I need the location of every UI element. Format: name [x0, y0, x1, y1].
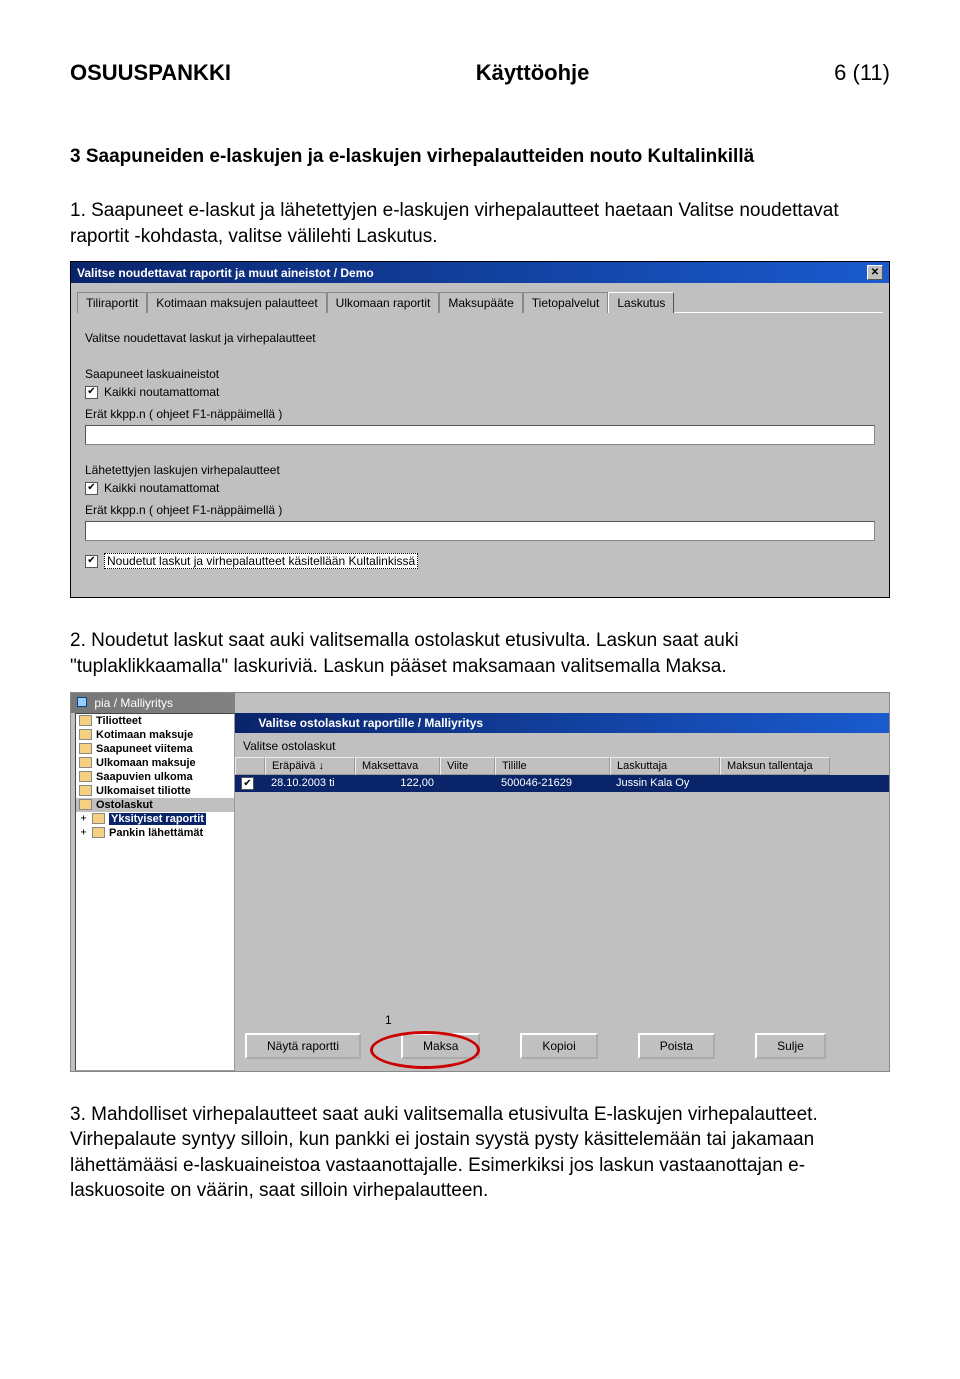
panel-heading: Valitse noudettavat laskut ja virhepalau… [85, 331, 875, 345]
cell-viite [440, 775, 495, 793]
expand-icon[interactable]: + [79, 827, 88, 838]
group1-title: Saapuneet laskuaineistot [85, 367, 875, 381]
col-tallentaja[interactable]: Maksun tallentaja [720, 757, 830, 775]
tab-tiliraportit[interactable]: Tiliraportit [77, 292, 147, 313]
folder-icon [79, 799, 92, 810]
inner-title: Valitse ostolaskut raportille / Malliyri… [258, 716, 483, 730]
brand: OSUUSPANKKI [70, 60, 231, 86]
dialog-title: Valitse noudettavat raportit ja muut ain… [77, 266, 374, 280]
window-icon [241, 717, 251, 727]
grid-row[interactable]: ✔ 28.10.2003 ti 122,00 500046-21629 Juss… [235, 775, 889, 793]
tab-ulkomaan[interactable]: Ulkomaan raportit [327, 292, 440, 313]
group3-checkbox-label: Noudetut laskut ja virhepalautteet käsit… [104, 553, 418, 569]
button-row: Näytä raportti Maksa Kopioi Poista Sulje [245, 1033, 879, 1059]
tree-item-saapuneet[interactable]: Saapuneet viitema [76, 742, 234, 756]
col-erapaiva[interactable]: Eräpäivä ↓ [265, 757, 355, 775]
inner-subtitle: Valitse ostolaskut [235, 735, 889, 757]
group3-checkbox-row[interactable]: ✔ Noudetut laskut ja virhepalautteet käs… [85, 553, 875, 569]
tree-item-ostolaskut[interactable]: Ostolaskut [76, 798, 234, 812]
poista-button[interactable]: Poista [638, 1033, 715, 1059]
tree-item-ulkomaan[interactable]: Ulkomaan maksuje [76, 756, 234, 770]
checkbox-icon[interactable]: ✔ [85, 386, 98, 399]
doc-type: Käyttöohje [476, 60, 590, 86]
group2-checkbox-label: Kaikki noutamattomat [104, 481, 219, 495]
group2-checkbox-row[interactable]: ✔ Kaikki noutamattomat [85, 481, 875, 495]
tree-item-tiliotteet[interactable]: Tiliotteet [76, 714, 234, 728]
tree-item-pankin[interactable]: +Pankin lähettämät [76, 826, 234, 840]
cell-laskuttaja: Jussin Kala Oy [610, 775, 720, 793]
row-checkbox[interactable]: ✔ [241, 777, 254, 790]
cell-date: 28.10.2003 ti [265, 775, 355, 793]
group1-checkbox-label: Kaikki noutamattomat [104, 385, 219, 399]
step-1-text: 1. Saapuneet e-laskut ja lähetettyjen e-… [70, 198, 890, 249]
tree-item-ulkomaiset[interactable]: Ulkomaiset tiliotte [76, 784, 234, 798]
app-icon [77, 697, 87, 707]
col-maksettava[interactable]: Maksettava [355, 757, 440, 775]
dialog-titlebar: Valitse noudettavat raportit ja muut ain… [71, 262, 889, 283]
checkbox-icon[interactable]: ✔ [85, 482, 98, 495]
folder-icon [79, 757, 92, 768]
col-viite[interactable]: Viite [440, 757, 495, 775]
close-icon[interactable]: ✕ [867, 265, 883, 280]
tab-tietopalvelut[interactable]: Tietopalvelut [523, 292, 609, 313]
col-tilille[interactable]: Tilille [495, 757, 610, 775]
tree-item-kotimaan[interactable]: Kotimaan maksuje [76, 728, 234, 742]
section-title: 3 Saapuneiden e-laskujen ja e-laskujen v… [70, 146, 890, 168]
tab-panel: Valitse noudettavat laskut ja virhepalau… [77, 312, 883, 587]
group1-checkbox-row[interactable]: ✔ Kaikki noutamattomat [85, 385, 875, 399]
group2-input[interactable] [85, 521, 875, 541]
folder-icon [79, 771, 92, 782]
tab-kotimaan[interactable]: Kotimaan maksujen palautteet [147, 292, 326, 313]
group2-field-label: Erät kkpp.n ( ohjeet F1-näppäimellä ) [85, 503, 875, 517]
checkbox-icon[interactable]: ✔ [85, 555, 98, 568]
group1-input[interactable] [85, 425, 875, 445]
tree-panel: Tiliotteet Kotimaan maksuje Saapuneet vi… [75, 713, 235, 1071]
col-laskuttaja[interactable]: Laskuttaja [610, 757, 720, 775]
col-checkbox[interactable] [235, 757, 265, 775]
page-header: OSUUSPANKKI Käyttöohje 6 (11) [70, 60, 890, 86]
cell-tilille: 500046-21629 [495, 775, 610, 793]
expand-icon[interactable]: + [79, 813, 88, 824]
folder-icon [92, 827, 105, 838]
group1-field-label: Erät kkpp.n ( ohjeet F1-näppäimellä ) [85, 407, 875, 421]
kopioi-button[interactable]: Kopioi [520, 1033, 597, 1059]
folder-icon [79, 715, 92, 726]
maksa-button[interactable]: Maksa [401, 1033, 480, 1059]
tree-item-saapuvien[interactable]: Saapuvien ulkoma [76, 770, 234, 784]
dialog-ostolaskut: pia / Malliyritys _ □ Tiliotteet Kotimaa… [70, 692, 890, 1072]
step-3-text: 3. Mahdolliset virhepalautteet saat auki… [70, 1102, 890, 1205]
sulje-button[interactable]: Sulje [755, 1033, 826, 1059]
folder-icon [79, 785, 92, 796]
inner-titlebar: Valitse ostolaskut raportille / Malliyri… [235, 713, 889, 733]
cell-tallentaja [720, 775, 830, 793]
tab-laskutus[interactable]: Laskutus [608, 292, 674, 313]
tab-maksupaate[interactable]: Maksupääte [439, 292, 522, 313]
folder-icon [92, 813, 105, 824]
folder-icon [79, 729, 92, 740]
page-indicator: 1 [385, 1013, 392, 1027]
dialog-valitse-raportit: Valitse noudettavat raportit ja muut ain… [70, 261, 890, 598]
app-title: pia / Malliyritys [94, 696, 173, 710]
step-2-text: 2. Noudetut laskut saat auki valitsemall… [70, 628, 890, 679]
dialog-tabs: Tiliraportit Kotimaan maksujen palauttee… [71, 283, 889, 312]
group2-title: Lähetettyjen laskujen virhepalautteet [85, 463, 875, 477]
tree-item-yksityiset[interactable]: +Yksityiset raportit [76, 812, 234, 826]
page-number: 6 (11) [834, 60, 890, 86]
cell-amount: 122,00 [355, 775, 440, 793]
nayta-raportti-button[interactable]: Näytä raportti [245, 1033, 361, 1059]
folder-icon [79, 743, 92, 754]
grid-header: Eräpäivä ↓ Maksettava Viite Tilille Lask… [235, 757, 889, 775]
